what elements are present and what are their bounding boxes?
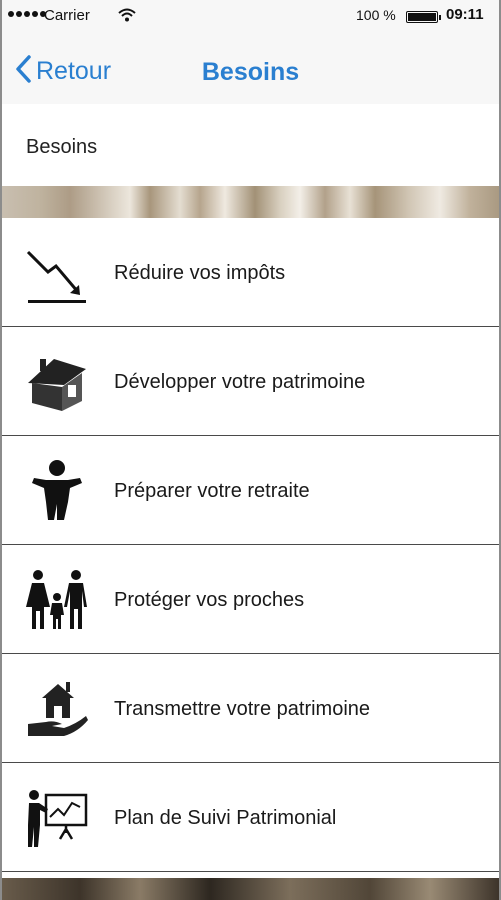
device-frame bbox=[0, 0, 501, 900]
